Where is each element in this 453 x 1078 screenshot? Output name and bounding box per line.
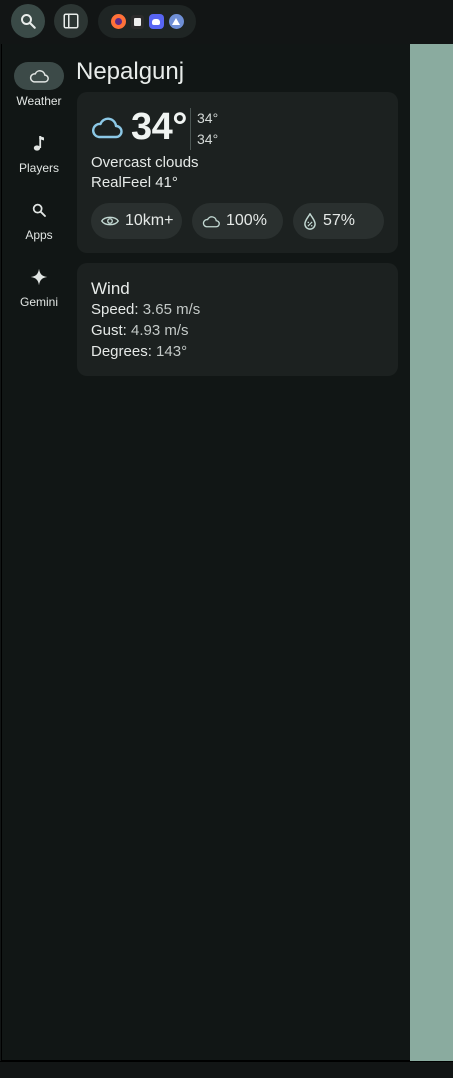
- current-temperature: 34°: [131, 106, 187, 148]
- nav-label-weather: Weather: [16, 94, 62, 108]
- search-icon: [32, 203, 46, 217]
- nav-item-apps[interactable]: Apps: [12, 196, 66, 242]
- nav-icon-container: [14, 62, 64, 90]
- cloud-icon: [202, 215, 220, 227]
- wind-title: Wind: [91, 279, 130, 298]
- nav-label-players: Players: [18, 161, 59, 175]
- desktop-background-strip: [410, 44, 453, 1061]
- nav-item-gemini[interactable]: Gemini: [12, 263, 66, 309]
- wind-speed-value: 3.65 m/s: [142, 301, 201, 318]
- wind-gust-row: Gust: 4.93 m/s: [91, 322, 189, 339]
- cloud-cover-chip: 100%: [192, 203, 283, 239]
- search-icon: [21, 14, 36, 29]
- wind-gust-value: 4.93 m/s: [131, 322, 189, 339]
- humidity-chip: 57%: [293, 203, 384, 239]
- high-low-temperature: 34° 34°: [190, 108, 218, 150]
- city-name: Nepalgunj: [76, 58, 185, 85]
- high-temperature: 34°: [197, 110, 219, 126]
- sidebar-toggle-button[interactable]: [54, 4, 88, 38]
- sparkle-icon: [30, 268, 48, 286]
- wind-speed-row: Speed: 3.65 m/s: [91, 301, 200, 318]
- nav-label-gemini: Gemini: [19, 295, 58, 309]
- cloud-icon: [29, 70, 49, 83]
- nav-item-players[interactable]: Players: [12, 129, 66, 175]
- realfeel-temperature: RealFeel 41°: [91, 174, 178, 191]
- firefox-icon[interactable]: [110, 14, 126, 29]
- discord-icon[interactable]: [148, 14, 164, 29]
- wind-card: Wind Speed: 3.65 m/s Gust: 4.93 m/s Degr…: [77, 263, 398, 376]
- wind-gust-label: Gust:: [91, 322, 127, 339]
- notes-app-icon[interactable]: [130, 14, 144, 29]
- nav-icon-container: [14, 263, 64, 291]
- music-note-icon: [33, 136, 44, 151]
- nav-icon-container: [14, 129, 64, 157]
- eye-icon: [101, 216, 119, 226]
- wind-degrees-label: Degrees:: [91, 343, 152, 360]
- nav-icon-container: [14, 196, 64, 224]
- panel-bottom-border: [0, 1061, 453, 1062]
- visibility-value: 10km+: [125, 212, 174, 229]
- wind-speed-label: Speed:: [91, 301, 139, 318]
- humidity-drop-icon: [304, 212, 316, 230]
- cloud-cover-value: 100%: [226, 212, 267, 229]
- arch-linux-icon[interactable]: [168, 14, 184, 29]
- sidebar-toggle-icon: [63, 13, 79, 29]
- nav-label-apps: Apps: [25, 228, 53, 242]
- wind-degrees-value: 143°: [156, 343, 188, 360]
- weather-card: 34° 34° 34° Overcast clouds RealFeel 41°…: [77, 92, 398, 253]
- nav-item-weather[interactable]: Weather: [12, 62, 66, 108]
- humidity-value: 57%: [323, 212, 356, 229]
- low-temperature: 34°: [197, 131, 219, 147]
- weather-condition: Overcast clouds: [91, 154, 199, 171]
- search-button[interactable]: [11, 4, 45, 38]
- visibility-chip: 10km+: [91, 203, 182, 239]
- overcast-cloud-icon: [92, 117, 123, 139]
- wind-degrees-row: Degrees: 143°: [91, 343, 187, 360]
- top-bar: [0, 0, 453, 44]
- pinned-apps-tray: [98, 5, 196, 38]
